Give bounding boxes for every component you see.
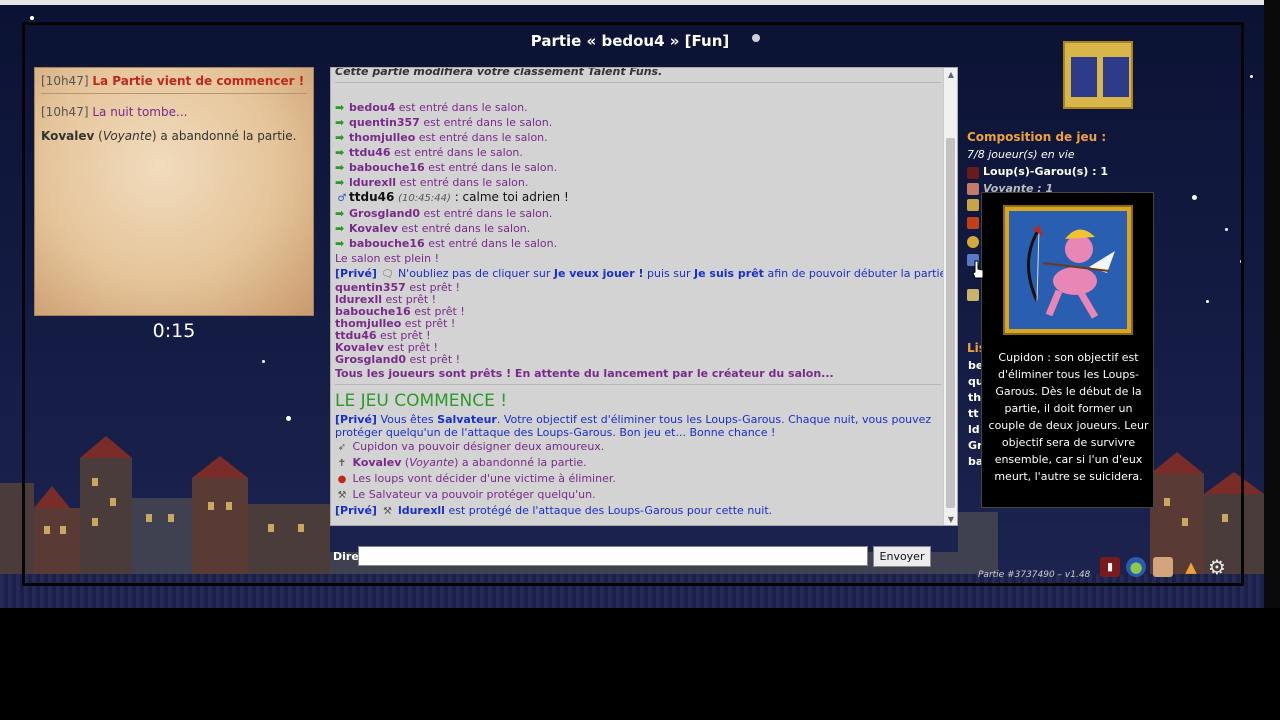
players-alive: 7/8 joueur(s) en vie: [967, 148, 1075, 161]
wolf-paw-icon: ●: [337, 474, 347, 485]
divider: [335, 82, 941, 83]
alert-icon[interactable]: ▲: [1181, 557, 1201, 577]
game-title: Partie « bedou4 » [Fun]: [530, 32, 730, 50]
enter-arrow-icon: ➡: [335, 131, 345, 144]
enter-arrow-icon: ➡: [335, 237, 345, 250]
narrator-line: [10h47] La nuit tombe...: [41, 105, 188, 119]
chat-message: Tous les joueurs sont prêts ! En attente…: [335, 367, 834, 380]
enter-arrow-icon: ➡: [335, 161, 345, 174]
enter-arrow-icon: ➡: [335, 116, 345, 129]
chat-message: [Privé] ⚒ ldurexll est protégé de l'atta…: [335, 504, 773, 517]
voyante-icon: [967, 183, 979, 195]
send-button[interactable]: Envoyer: [873, 546, 931, 567]
chat-message: ➡ Kovalev est entré dans le salon.: [335, 222, 531, 235]
enter-arrow-icon: ➡: [335, 207, 345, 220]
screen-edge: [1264, 0, 1280, 608]
chat-log[interactable]: Cette partie modifiera votre classement …: [330, 67, 958, 526]
countdown-timer: 0:15: [152, 320, 196, 342]
chat-message: ♂ ttdu46 (10:45:44) : calme toi adrien !: [335, 190, 941, 206]
role-icon[interactable]: [967, 199, 979, 211]
scroll-up-arrow-icon[interactable]: ▲: [946, 70, 956, 80]
chat-message: ➡ thomjulleo est entré dans le salon.: [335, 131, 548, 144]
map-icon[interactable]: [1153, 557, 1173, 577]
chat-message: protéger quelqu'un de l'attaque des Loup…: [335, 426, 776, 439]
chat-message: ➡ ttdu46 est entré dans le salon.: [335, 146, 523, 159]
chat-header: Cette partie modifiera votre classement …: [335, 67, 663, 78]
speech-bubble-icon: 🗨: [381, 269, 394, 280]
chat-message: [Privé] 🗨 N'oubliez pas de cliquer sur J…: [335, 267, 955, 280]
star: [30, 16, 34, 20]
narrator-panel: [10h47] La Partie vient de commencer ! […: [34, 67, 314, 316]
shield-icon: ⚒: [382, 506, 392, 517]
shield-icon: ⚒: [337, 490, 347, 501]
chat-message: [Privé] Vous êtes Salvateur. Votre objec…: [335, 413, 932, 426]
logo-shape: [1071, 57, 1097, 97]
cupidon-card-image: [1009, 211, 1127, 329]
chat-message: ➡ babouche16 est entré dans le salon.: [335, 237, 558, 250]
wolf-icon: [967, 167, 979, 179]
logo-shape: [1103, 57, 1129, 97]
chat-message: Grosgland0 est prêt !: [335, 353, 461, 366]
role-icon[interactable]: [967, 236, 979, 248]
chat-message: ➡ babouche16 est entré dans le salon.: [335, 161, 558, 174]
globe-icon[interactable]: ●: [1126, 557, 1146, 577]
enter-arrow-icon: ➡: [335, 176, 345, 189]
chat-message: ⚒ Le Salvateur va pouvoir protéger quelq…: [335, 487, 941, 503]
grave-cross-icon: ✝: [337, 458, 347, 469]
enter-arrow-icon: ➡: [335, 101, 345, 114]
game-frame: Partie « bedou4 » [Fun] [10h47] La Parti…: [0, 0, 1264, 608]
top-edge: [0, 0, 1264, 5]
role-wolves: Loup(s)-Garou(s) : 1: [983, 165, 1109, 178]
chat-message: ➶ Cupidon va pouvoir désigner deux amour…: [335, 439, 941, 455]
narrator-line: Kovalev (Voyante) a abandonné la partie.: [41, 129, 297, 143]
bow-icon: ➶: [337, 442, 347, 453]
tooltip-text: Cupidon : son objectif est d'éliminer to…: [988, 351, 1149, 483]
enter-arrow-icon: ➡: [335, 146, 345, 159]
role-icon[interactable]: [967, 217, 979, 229]
chat-message: ➡ ldurexll est entré dans le salon.: [335, 176, 529, 189]
cupidon-card: [1003, 205, 1133, 335]
gear-icon[interactable]: ⚙: [1207, 557, 1227, 577]
hand-cursor-icon: [972, 260, 984, 279]
chat-message: ➡ Grosgland0 est entré dans le salon.: [335, 207, 553, 220]
chat-message: ● Les loups vont décider d'une victime à…: [335, 471, 941, 487]
chat-content: Cette partie modifiera votre classement …: [335, 67, 955, 519]
game-logo: [1063, 41, 1133, 109]
say-label: Dire: [333, 550, 359, 563]
stats-icon[interactable]: ▮: [1100, 557, 1120, 577]
player-name[interactable]: ld: [968, 423, 980, 436]
composition-title: Composition de jeu :: [967, 130, 1107, 144]
scroll-thumb[interactable]: [946, 138, 955, 508]
player-name[interactable]: th: [968, 391, 981, 404]
game-start-banner: LE JEU COMMENCE !: [335, 391, 508, 411]
cupid-icon: [1027, 225, 1115, 319]
role-icon[interactable]: [967, 289, 979, 301]
chat-message: ➡ quentin357 est entré dans le salon.: [335, 116, 553, 129]
role-tooltip: Cupidon : son objectif est d'éliminer to…: [981, 192, 1154, 508]
narrator-line: [10h47] La Partie vient de commencer !: [41, 73, 307, 94]
chat-message: ✝ Kovalev (Voyante) a abandonné la parti…: [335, 455, 941, 471]
scroll-down-arrow-icon[interactable]: ▼: [946, 515, 956, 525]
chat-message: ➡ bedou4 est entré dans le salon.: [335, 101, 528, 114]
enter-arrow-icon: ➡: [335, 222, 345, 235]
male-icon: ♂: [337, 193, 347, 204]
chat-input[interactable]: [358, 546, 868, 566]
player-name[interactable]: tt: [968, 407, 979, 420]
chat-message: Le salon est plein !: [335, 252, 439, 265]
divider: [335, 384, 941, 385]
version-label: Partie #3737490 – v1.48: [978, 570, 1091, 580]
star: [1250, 75, 1253, 78]
chat-scrollbar[interactable]: ▲ ▼: [943, 68, 957, 525]
